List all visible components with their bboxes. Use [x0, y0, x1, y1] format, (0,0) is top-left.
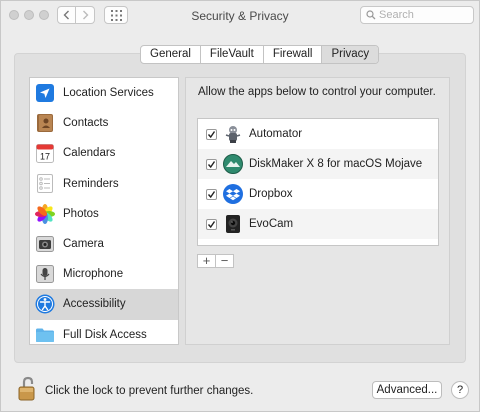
sidebar-item-label: Photos: [63, 207, 99, 220]
sidebar-item-label: Camera: [63, 238, 104, 251]
evocam-icon: [223, 214, 243, 234]
tab-bar: General FileVault Firewall Privacy: [140, 45, 380, 64]
app-row-automator[interactable]: Automator: [198, 119, 438, 149]
sidebar-item-label: Reminders: [63, 177, 119, 190]
tab-general[interactable]: General: [141, 46, 201, 63]
sidebar-item-accessibility[interactable]: Accessibility: [30, 289, 178, 320]
app-label: DiskMaker X 8 for macOS Mojave: [249, 158, 423, 170]
sidebar-item-contacts[interactable]: Contacts: [30, 108, 178, 138]
sidebar-item-location-services[interactable]: Location Services: [30, 78, 178, 108]
search-icon: [366, 10, 376, 20]
sidebar-item-reminders[interactable]: Reminders: [30, 169, 178, 199]
calendar-icon-date: 17: [40, 151, 50, 161]
photos-flower-icon: [35, 203, 55, 224]
lock-open-icon: [18, 376, 35, 401]
search-placeholder: Search: [379, 9, 414, 21]
folder-icon: [35, 325, 55, 344]
app-checkbox[interactable]: [206, 218, 217, 230]
privacy-category-list[interactable]: Location Services Contacts 17 Calendars …: [29, 77, 179, 345]
app-row-diskmaker[interactable]: DiskMaker X 8 for macOS Mojave: [198, 149, 438, 179]
sidebar-item-label: Microphone: [63, 268, 124, 281]
app-label: Automator: [249, 128, 303, 140]
camera-icon: [35, 234, 55, 254]
lock-message: Click the lock to prevent further change…: [45, 385, 254, 397]
sidebar-item-label: Calendars: [63, 147, 116, 160]
advanced-button[interactable]: Advanced...: [372, 381, 442, 399]
sidebar-item-microphone[interactable]: Microphone: [30, 259, 178, 289]
app-checkbox[interactable]: [206, 158, 217, 170]
diskmaker-icon: [223, 154, 243, 174]
remove-app-button[interactable]: −: [216, 254, 233, 267]
location-arrow-icon: [35, 83, 55, 103]
sidebar-item-label: Contacts: [63, 117, 109, 130]
tab-firewall[interactable]: Firewall: [264, 46, 323, 63]
lock-button[interactable]: [15, 376, 41, 402]
sidebar-item-label: Accessibility: [63, 298, 126, 311]
app-row-evocam[interactable]: EvoCam: [198, 209, 438, 239]
accessibility-icon: [35, 294, 55, 314]
app-checkbox[interactable]: [206, 128, 217, 140]
app-checkbox[interactable]: [206, 188, 217, 200]
automator-robot-icon: [223, 124, 243, 144]
sidebar-item-label: Full Disk Access: [63, 328, 147, 341]
add-remove-control: + −: [197, 254, 234, 268]
search-input[interactable]: Search: [360, 6, 474, 24]
dropbox-icon: [223, 184, 243, 204]
contacts-book-icon: [35, 113, 55, 133]
checkmark-icon: [207, 130, 216, 138]
sidebar-item-camera[interactable]: Camera: [30, 229, 178, 259]
app-row-dropbox[interactable]: Dropbox: [198, 179, 438, 209]
sidebar-item-calendars[interactable]: 17 Calendars: [30, 138, 178, 168]
sidebar-item-photos[interactable]: Photos: [30, 199, 178, 229]
microphone-icon: [35, 264, 55, 284]
tab-privacy[interactable]: Privacy: [322, 46, 379, 63]
reminders-icon: [35, 174, 55, 194]
checkmark-icon: [207, 160, 216, 168]
detail-heading: Allow the apps below to control your com…: [198, 86, 436, 98]
add-app-button[interactable]: +: [198, 254, 216, 267]
tab-filevault[interactable]: FileVault: [201, 46, 264, 63]
checkmark-icon: [207, 190, 216, 198]
app-list[interactable]: Automator DiskMaker X 8 for macOS Mojave…: [197, 118, 439, 246]
app-row-partial: [198, 239, 438, 245]
app-label: Dropbox: [249, 188, 293, 200]
calendar-icon: 17: [35, 143, 55, 163]
checkmark-icon: [207, 220, 216, 228]
title-bar: Security & Privacy Search: [1, 1, 479, 29]
sidebar-item-full-disk-access[interactable]: Full Disk Access: [30, 320, 178, 345]
help-button[interactable]: ?: [451, 381, 469, 399]
sidebar-item-label: Location Services: [63, 87, 154, 100]
preferences-window: Security & Privacy Search General FileVa…: [0, 0, 480, 412]
app-label: EvoCam: [249, 218, 294, 230]
